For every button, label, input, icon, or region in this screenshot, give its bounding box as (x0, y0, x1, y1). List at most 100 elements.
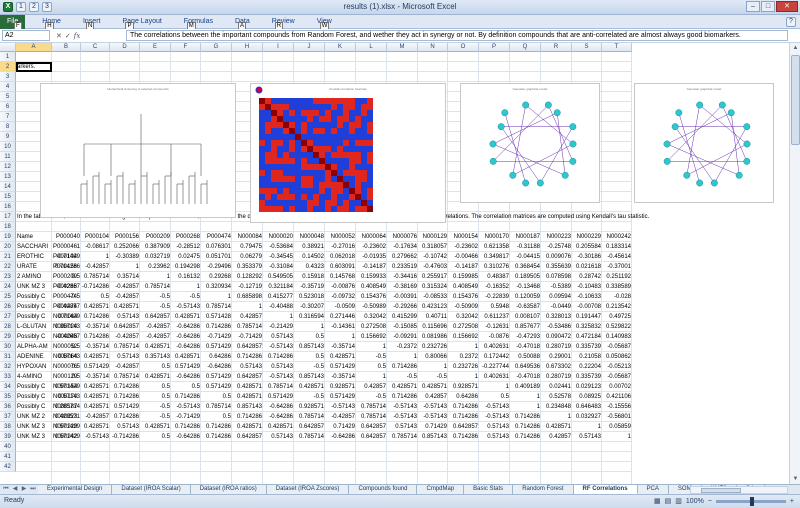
correlation-cell[interactable]: 0.2372 (448, 352, 479, 362)
correlation-cell[interactable]: 0.357143 (52, 322, 81, 332)
correlation-cell[interactable]: 0.128292 (232, 272, 263, 282)
correlation-cell[interactable]: -0.47018 (510, 372, 541, 382)
first-sheet-icon[interactable]: ⏮ (2, 485, 10, 494)
correlation-cell[interactable]: -0.30186 (572, 252, 602, 262)
column-header[interactable]: E (140, 43, 171, 52)
correlation-cell[interactable]: 0.5 (52, 362, 81, 372)
row-header[interactable]: 36 (0, 402, 16, 412)
correlation-cell[interactable]: 0.050862 (602, 352, 632, 362)
correlation-cell[interactable]: -0.5 (294, 362, 325, 372)
correlation-cell[interactable]: 0.280719 (541, 342, 572, 352)
correlation-cell[interactable]: 0.571429 (325, 362, 356, 372)
correlation-cell[interactable]: -0.29496 (201, 262, 232, 272)
correlation-cell[interactable]: -0.64286 (263, 402, 294, 412)
compound-name-cell[interactable]: Possibly C (16, 382, 52, 392)
correlation-cell[interactable]: 0.156692 (356, 332, 387, 342)
correlation-cell[interactable]: 0.529822 (602, 322, 632, 332)
correlation-cell[interactable]: 0.428571 (171, 352, 201, 362)
correlation-cell[interactable]: -0.47018 (510, 342, 541, 352)
row-header[interactable]: 11 (0, 152, 16, 162)
close-button[interactable]: ✕ (776, 1, 798, 12)
correlation-cell[interactable]: 0.714286 (201, 432, 232, 442)
correlation-cell[interactable]: -0.25748 (541, 242, 572, 252)
correlation-cell[interactable]: 1 (52, 242, 81, 252)
correlation-cell[interactable]: -0.35714 (81, 342, 110, 352)
correlation-cell[interactable]: 0.402631 (479, 372, 510, 382)
compound-name-cell[interactable]: UNK MZ 3 (16, 432, 52, 442)
correlation-cell[interactable]: 0.857143 (294, 342, 325, 352)
correlation-cell[interactable]: -0.57143 (325, 402, 356, 412)
correlation-cell[interactable]: -0.57143 (81, 432, 110, 442)
row-header[interactable]: 27 (0, 312, 16, 322)
correlation-cell[interactable]: 0.571428 (201, 312, 232, 322)
correlation-cell[interactable]: 0.008107 (510, 312, 541, 322)
correlation-cell[interactable]: 0.5 (171, 382, 201, 392)
correlation-cell[interactable]: 0.279662 (387, 252, 418, 262)
correlation-cell[interactable]: -0.714286 (110, 432, 140, 442)
row-header[interactable]: 30 (0, 342, 16, 352)
correlation-cell[interactable]: 0.115696 (418, 322, 448, 332)
zoom-in-icon[interactable]: + (790, 498, 794, 505)
column-header[interactable]: N (418, 43, 448, 52)
correlation-cell[interactable]: -0.42857 (52, 302, 81, 312)
row-header[interactable]: 13 (0, 172, 16, 182)
zoom-slider-knob[interactable] (749, 496, 754, 506)
correlation-cell[interactable]: 1 (572, 422, 602, 432)
correlation-cell[interactable]: -0.71429 (232, 332, 263, 342)
correlation-cell[interactable]: -0.22839 (479, 292, 510, 302)
sheet-tab[interactable]: Compounds found (349, 485, 418, 494)
correlation-cell[interactable]: -0.34545 (263, 252, 294, 262)
correlation-cell[interactable]: 0.335739 (572, 342, 602, 352)
row-header[interactable]: 8 (0, 122, 16, 132)
correlation-cell[interactable]: 0.310276 (479, 262, 510, 272)
correlation-cell[interactable]: 0.428571 (140, 342, 171, 352)
ribbon-tab-review[interactable]: Review R (261, 15, 306, 30)
correlation-cell[interactable]: -0.5 (171, 292, 201, 302)
correlation-cell[interactable]: 0.714286 (201, 422, 232, 432)
correlation-cell[interactable]: 0.272508 (356, 322, 387, 332)
correlation-cell[interactable]: 1 (602, 432, 632, 442)
correlation-cell[interactable]: 0.423123 (418, 302, 448, 312)
correlation-cell[interactable]: 1 (294, 322, 325, 332)
correlation-cell[interactable]: 1 (110, 262, 140, 272)
correlation-cell[interactable]: 1 (448, 342, 479, 352)
correlation-cell[interactable]: 0.328013 (541, 312, 572, 322)
correlation-cell[interactable]: -0.64286 (201, 362, 232, 372)
row-header[interactable]: 1 (0, 52, 16, 62)
correlation-cell[interactable]: 0.154376 (448, 292, 479, 302)
correlation-cell[interactable]: 0.120059 (510, 292, 541, 302)
correlation-cell[interactable]: -0.38169 (387, 282, 418, 292)
correlation-cell[interactable]: -0.29266 (387, 302, 418, 312)
correlation-cell[interactable]: 1 (510, 402, 541, 412)
correlation-cell[interactable]: 0.191447 (572, 312, 602, 322)
correlation-cell[interactable]: -0.34416 (387, 272, 418, 282)
row-header[interactable]: 31 (0, 352, 16, 362)
correlation-cell[interactable]: 0.22204 (572, 362, 602, 372)
row-header[interactable]: 21 (0, 252, 16, 262)
correlation-cell[interactable]: -0.64286 (171, 432, 201, 442)
correlation-cell[interactable]: 0.271446 (325, 312, 356, 322)
correlation-cell[interactable]: 0.5 (356, 362, 387, 372)
enter-icon[interactable]: ✓ (65, 32, 71, 40)
correlation-cell[interactable]: 0.428571 (418, 382, 448, 392)
column-header[interactable]: D (110, 43, 140, 52)
correlation-cell[interactable]: -0.01935 (356, 252, 387, 262)
row-header[interactable]: 5 (0, 92, 16, 102)
correlation-cell[interactable]: -0.64286 (171, 342, 201, 352)
correlation-cell[interactable]: -0.14361 (325, 322, 356, 332)
compound-name-cell[interactable]: Possibly C (16, 312, 52, 322)
correlation-cell[interactable]: -0.14187 (356, 262, 387, 272)
table-header-cell[interactable]: N000084 (232, 232, 263, 242)
correlation-cell[interactable]: -0.00391 (387, 292, 418, 302)
correlation-cell[interactable]: -0.57143 (418, 412, 448, 422)
row-header[interactable]: 40 (0, 442, 16, 452)
correlation-cell[interactable]: 0.357143 (140, 352, 171, 362)
compound-name-cell[interactable]: SACCHARI (16, 242, 52, 252)
row-header[interactable]: 26 (0, 302, 16, 312)
table-header-cell[interactable]: P000156 (110, 232, 140, 242)
correlation-cell[interactable]: -0.42857 (110, 292, 140, 302)
correlation-cell[interactable]: 0.5 (140, 362, 171, 372)
ribbon-tab-page-layout[interactable]: Page Layout P (111, 15, 172, 30)
correlation-cell[interactable]: 1 (81, 252, 110, 262)
correlation-cell[interactable]: -0.42857 (81, 262, 110, 272)
